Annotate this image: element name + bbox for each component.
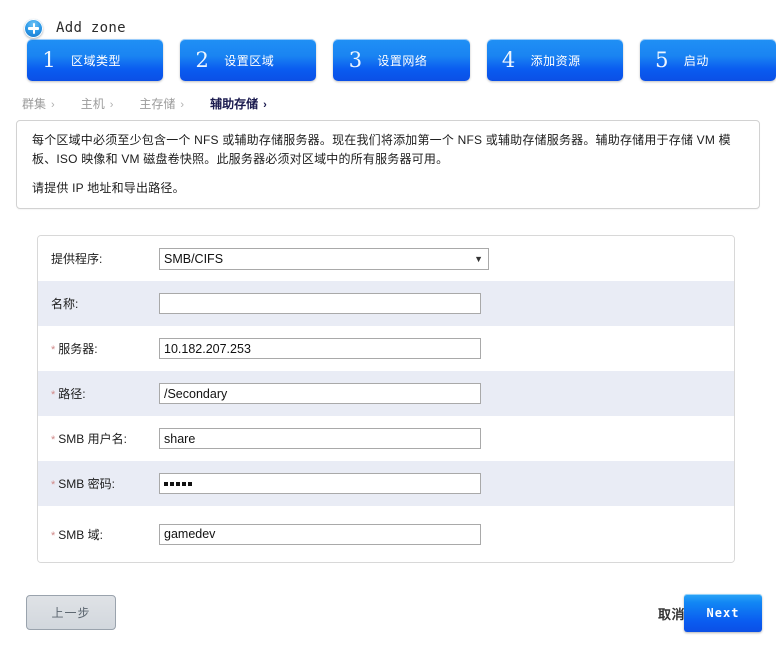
wizard-step-4[interactable]: 4 添加资源 [486,39,623,81]
path-field-cell [159,383,734,404]
plus-circle-icon[interactable] [24,18,43,38]
breadcrumb-label: 主存储 [139,96,176,111]
smb-domain-field-cell [159,523,734,545]
breadcrumb-item-primary-storage[interactable]: 主存储 › [139,95,184,112]
wizard-step-5[interactable]: 5 启动 [639,39,776,81]
form-row-path: * 路径: [38,371,734,416]
provider-label: 提供程序: [51,252,103,266]
name-input[interactable] [159,293,481,314]
form-row-smb-password: * SMB 密码: [38,461,734,506]
name-label: 名称: [51,297,79,311]
wizard-step-2[interactable]: 2 设置区域 [180,39,317,81]
path-label: * 路径: [51,385,159,402]
required-marker: * [51,389,56,401]
smb-password-label-text: SMB 密码: [58,477,115,491]
server-label-text: 服务器: [58,342,98,356]
step-number: 4 [501,47,516,72]
name-field-cell [159,293,734,314]
page-header: Add zone [0,0,776,38]
step-label: 添加资源 [530,53,581,68]
secondary-storage-form: 提供程序: SMB/CIFS ▼ 名称: *服务器: *路径: [37,235,735,563]
info-text-primary: 每个区域中必须至少包含一个 NFS 或辅助存储服务器。现在我们将添加第一个 NF… [32,133,731,166]
chevron-right-icon: › [180,98,185,111]
path-input[interactable] [159,383,481,404]
smb-domain-label: * SMB 域: [51,526,159,543]
previous-button[interactable]: 上一步 [26,595,116,630]
provider-select-wrap: SMB/CIFS ▼ [159,247,489,270]
smb-password-input[interactable] [159,473,481,494]
wizard-step-3[interactable]: 3 设置网络 [333,39,470,81]
breadcrumb-item-secondary-storage[interactable]: 辅助存储 › [210,95,267,112]
form-row-smb-domain: * SMB 域: [38,506,734,562]
info-text-secondary: 请提供 IP 地址和导出路径。 [32,181,185,195]
breadcrumb-item-cluster[interactable]: 群集 › [22,95,55,112]
form-row-provider: 提供程序: SMB/CIFS ▼ [38,236,734,281]
smb-username-field-cell [159,428,734,449]
server-label: * 服务器: [51,340,159,357]
wizard-footer: 上一步 取消 Next [0,587,776,657]
provider-field-cell: SMB/CIFS ▼ [159,247,734,270]
smb-password-label: * SMB 密码: [51,475,159,492]
chevron-right-icon: › [109,98,114,111]
breadcrumb: 群集 › 主机 › 主存储 › 辅助存储 › [0,81,776,114]
required-marker: * [51,344,56,356]
provider-select[interactable]: SMB/CIFS [159,247,489,270]
step-number: 5 [655,47,669,72]
step-number: 3 [348,47,363,72]
chevron-right-icon: › [51,98,55,111]
step-number: 1 [42,47,56,72]
breadcrumb-label: 群集 [22,96,47,111]
smb-domain-input[interactable] [159,523,481,545]
step-label: 区域类型 [71,53,122,68]
path-label-text: 路径: [58,387,86,401]
wizard-step-1[interactable]: 1 区域类型 [27,39,164,81]
step-label: 启动 [683,53,709,68]
cancel-button[interactable]: 取消 [658,604,685,623]
smb-username-input[interactable] [159,428,481,449]
step-label: 设置区域 [224,53,275,68]
chevron-right-icon: › [263,98,267,111]
smb-password-field-cell [159,473,734,494]
server-input[interactable] [159,338,481,359]
password-mask [164,481,192,486]
required-marker: * [51,434,56,446]
page-title: Add zone [56,20,126,36]
smb-username-label-text: SMB 用户名: [58,432,127,446]
step-label: 设置网络 [377,53,428,68]
server-field-cell [159,338,734,359]
form-row-server: * 服务器: [38,326,734,371]
step-number: 2 [195,47,209,72]
form-row-name: 名称: [38,281,734,326]
required-marker: * [51,529,56,542]
wizard-steps: 1 区域类型 2 设置区域 3 设置网络 4 添加资源 5 启动 [0,30,776,81]
breadcrumb-item-host[interactable]: 主机 › [81,95,114,112]
smb-username-label: * SMB 用户名: [51,430,159,447]
breadcrumb-label: 辅助存储 [210,96,259,111]
form-row-smb-username: * SMB 用户名: [38,416,734,461]
smb-domain-label-text: SMB 域: [58,527,103,542]
breadcrumb-label: 主机 [80,96,105,111]
next-button[interactable]: Next [684,594,762,632]
info-panel: 每个区域中必须至少包含一个 NFS 或辅助存储服务器。现在我们将添加第一个 NF… [16,120,760,209]
required-marker: * [51,479,56,491]
